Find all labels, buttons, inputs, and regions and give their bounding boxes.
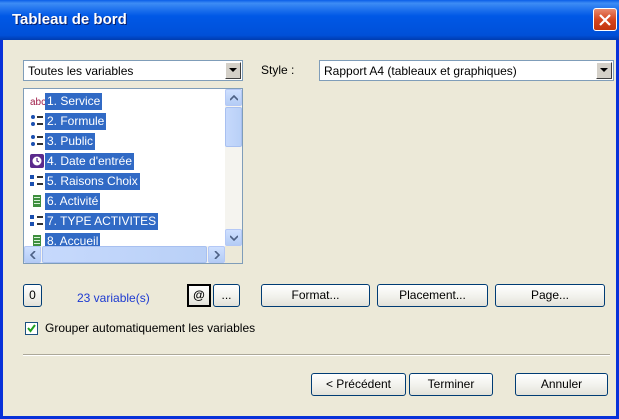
multiple-choice-icon <box>30 174 44 188</box>
group-variables-checkbox[interactable] <box>25 322 38 335</box>
finish-button[interactable]: Terminer <box>409 373 493 396</box>
scrollbar-corner <box>225 246 242 263</box>
title-bar[interactable]: Tableau de bord <box>0 0 619 40</box>
text-abc-icon: abc <box>30 94 46 108</box>
chevron-right-icon <box>214 251 220 259</box>
scroll-left-button[interactable] <box>24 246 41 263</box>
single-choice-icon <box>30 114 44 128</box>
placement-button[interactable]: Placement... <box>377 284 488 307</box>
zero-button[interactable]: 0 <box>23 284 42 307</box>
scroll-up-button[interactable] <box>225 89 242 106</box>
list-item[interactable]: 5. Raisons Choix <box>28 171 218 191</box>
previous-button[interactable]: < Précédent <box>311 373 406 396</box>
style-select[interactable]: Rapport A4 (tableaux et graphiques) <box>319 60 614 81</box>
group-variables-label[interactable]: Grouper automatiquement les variables <box>45 321 255 335</box>
dialog-window: Tableau de bord Toutes les variables Sty… <box>0 0 619 419</box>
chevron-up-icon <box>230 95 238 101</box>
close-button[interactable] <box>593 8 617 31</box>
horizontal-scrollbar[interactable] <box>24 246 225 263</box>
at-button[interactable]: @ <box>187 284 211 307</box>
dialog-body: Toutes les variables Style : Rapport A4 … <box>3 40 616 416</box>
list-item-label: 4. Date d'entrée <box>45 153 135 170</box>
list-item-label: 7. TYPE ACTIVITES <box>45 213 159 230</box>
multiple-choice-icon <box>30 214 44 228</box>
vertical-scroll-thumb[interactable] <box>225 107 242 147</box>
scroll-right-button[interactable] <box>208 246 225 263</box>
list-item[interactable]: 2. Formule <box>28 111 218 131</box>
variable-count: 23 variable(s) <box>77 291 150 305</box>
dropdown-arrow-icon[interactable] <box>596 62 612 79</box>
list-item[interactable]: abc 1. Service <box>28 91 218 111</box>
style-label: Style : <box>261 63 295 77</box>
format-button[interactable]: Format... <box>261 284 370 307</box>
window-title: Tableau de bord <box>12 11 127 28</box>
svg-text:abc: abc <box>30 97 46 108</box>
separator <box>23 354 610 356</box>
page-button[interactable]: Page... <box>495 284 605 307</box>
list-item[interactable]: 3. Public <box>28 131 218 151</box>
dropdown-arrow-icon[interactable] <box>225 62 241 79</box>
cancel-button[interactable]: Annuler <box>515 373 608 396</box>
numeric-list-icon <box>30 194 44 208</box>
variable-filter-value: Toutes les variables <box>28 64 134 78</box>
list-item-label: 2. Formule <box>45 113 107 130</box>
chevron-down-icon <box>230 235 238 241</box>
vertical-scrollbar[interactable] <box>225 89 242 246</box>
list-item[interactable]: 4. Date d'entrée <box>28 151 218 171</box>
list-item-label: 6. Activité <box>45 193 101 210</box>
style-value: Rapport A4 (tableaux et graphiques) <box>324 64 517 78</box>
chevron-left-icon <box>30 251 36 259</box>
scroll-down-button[interactable] <box>225 229 242 246</box>
close-icon <box>599 14 611 26</box>
variable-filter-select[interactable]: Toutes les variables <box>23 60 243 81</box>
list-item[interactable]: 7. TYPE ACTIVITES <box>28 211 218 231</box>
single-choice-icon <box>30 134 44 148</box>
list-item-label: 3. Public <box>45 133 96 150</box>
list-item-label: 5. Raisons Choix <box>45 173 140 190</box>
ellipsis-button[interactable]: ... <box>213 284 240 307</box>
list-item[interactable]: 6. Activité <box>28 191 218 211</box>
date-clock-icon <box>30 154 44 168</box>
variables-list[interactable]: abc 1. Service 2. Formule 3. Public 4. D… <box>23 88 243 264</box>
list-item-label: 1. Service <box>45 93 103 110</box>
check-icon <box>27 324 36 333</box>
horizontal-scroll-thumb[interactable] <box>42 246 207 263</box>
